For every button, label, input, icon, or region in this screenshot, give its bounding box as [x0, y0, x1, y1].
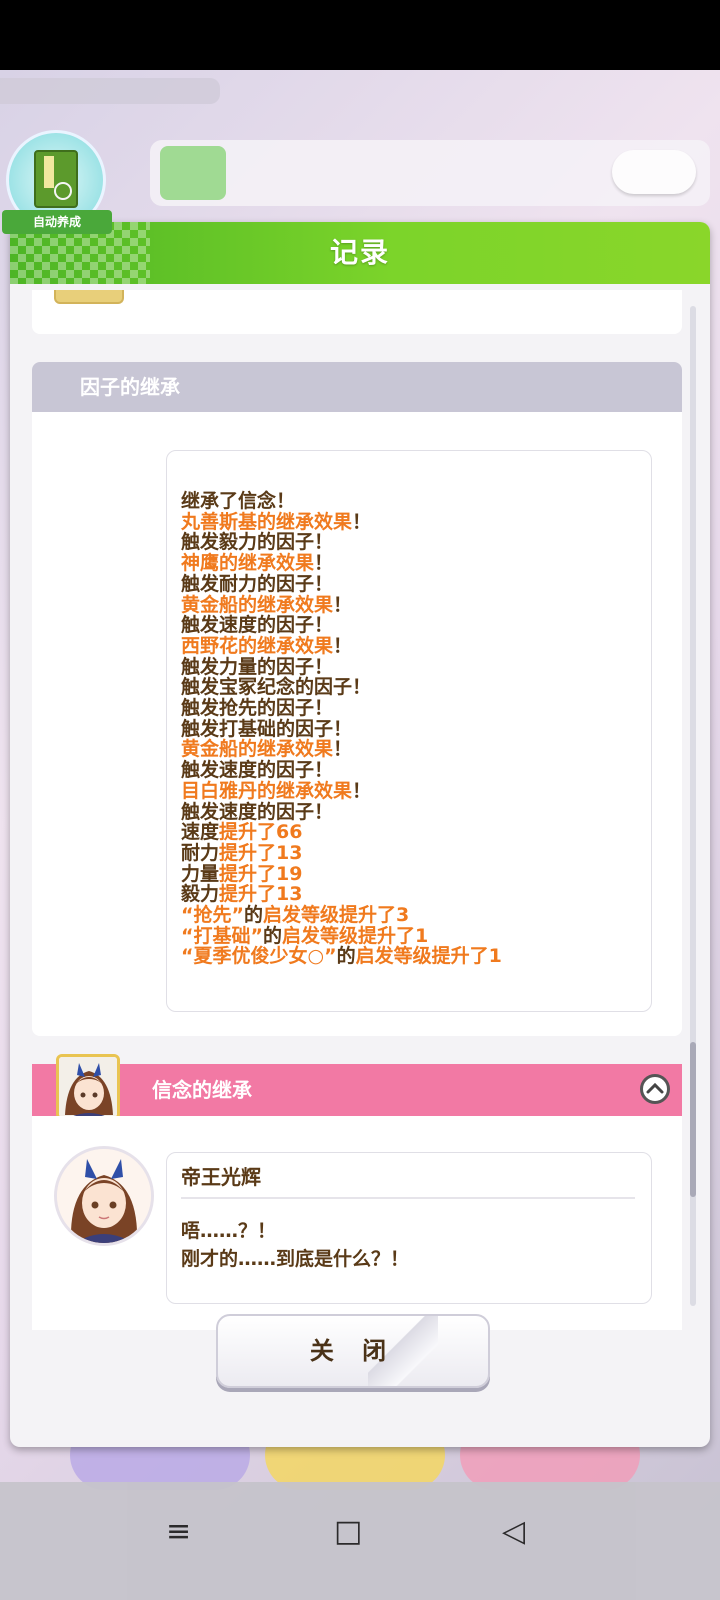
back-icon[interactable]: ◁	[502, 1512, 525, 1552]
log-segment: 触发速度的因子！	[181, 614, 334, 637]
inheritance-log-lines: 继承了信念！ 丸善斯基的继承效果！ 触发毅力的因子！ 神鹰的继承效果！ 触发耐力的因子！…	[181, 491, 641, 967]
log-segment: 提升了13	[219, 883, 303, 906]
log-segment: 提升了66	[219, 821, 303, 844]
log-segment: 的	[336, 945, 356, 968]
log-segment: 触发打基础的因子！	[181, 717, 353, 740]
scrollbar-thumb[interactable]	[690, 1042, 696, 1197]
log-line: 神鹰的继承效果！	[181, 553, 641, 574]
log-segment: 西野花的继承效果	[181, 634, 334, 657]
log-segment: ！	[333, 634, 353, 657]
log-segment: ！	[333, 738, 353, 761]
log-segment: 目白雅丹的继承效果	[181, 779, 353, 802]
log-line: “打基础”的启发等级提升了1	[181, 924, 641, 947]
event-title: 信念的继承	[152, 1078, 252, 1102]
log-segment: 触发耐力的因子！	[181, 572, 334, 595]
log-line: 触发速度的因子！	[181, 615, 641, 636]
event-character-icon	[56, 1054, 120, 1120]
log-segment: 触发速度的因子！	[181, 800, 334, 823]
log-line: 触发速度的因子！	[181, 800, 641, 823]
close-button-label: 关 闭	[309, 1337, 397, 1365]
dialogue-bubble: 帝王光辉 唔……？！ 刚才的……到底是什么？！	[166, 1152, 652, 1304]
dialogue-row: 帝王光辉 唔……？！ 刚才的……到底是什么？！	[32, 1116, 682, 1330]
bubble-divider	[181, 1197, 635, 1199]
log-segment: 触发力量的因子！	[181, 655, 334, 678]
log-line: 触发毅力的因子！	[181, 532, 641, 553]
log-segment: “打基础”	[181, 924, 263, 947]
log-segment: 力量	[181, 862, 220, 885]
log-segment: “夏季优俊少女○”	[181, 945, 337, 968]
log-segment: 丸善斯基的继承效果	[181, 510, 353, 533]
log-segment: 启发等级提升了1	[355, 945, 502, 968]
collapse-chevron-icon[interactable]	[640, 1074, 670, 1104]
system-navigation-bar: ≡ □ ◁	[0, 1482, 720, 1600]
home-icon[interactable]: □	[334, 1512, 362, 1552]
record-scroll-area[interactable]: 因子的继承 继承了信念！ 丸善斯基的继承效果！ 触发毅力的因子！ 神鹰的继承效果！ 触发…	[32, 290, 684, 1330]
log-segment: ！	[314, 552, 334, 575]
log-line: 耐力提升了13	[181, 843, 641, 864]
auto-training-label: 自动养成	[2, 210, 112, 234]
background-button	[612, 150, 696, 194]
status-bar	[0, 0, 720, 70]
log-segment: 速度	[181, 821, 220, 844]
log-segment: 提升了19	[219, 862, 303, 885]
log-segment: 耐力	[181, 841, 220, 864]
background-tab	[0, 78, 220, 104]
log-segment: 提升了13	[219, 841, 303, 864]
inheritance-section-header: 因子的继承	[32, 362, 682, 412]
log-segment: 继承了信念！	[181, 490, 296, 512]
log-segment: ！	[352, 779, 372, 802]
log-line: “夏季优俊少女○”的启发等级提升了1	[181, 946, 641, 967]
previous-entry-thumbnail	[54, 290, 124, 304]
log-segment: 触发速度的因子！	[181, 759, 334, 782]
dialog-title: 记录	[329, 236, 390, 269]
log-line: 触发速度的因子！	[181, 760, 641, 781]
event-header[interactable]: 信念的继承	[32, 1064, 682, 1116]
log-segment: 毅力	[181, 883, 220, 906]
log-line: 触发抢先的因子！	[181, 698, 641, 719]
log-segment: ！	[333, 593, 353, 616]
log-line: 丸善斯基的继承效果！	[181, 510, 641, 533]
record-dialog: 记录 因子的继承 继承了信念！ 丸善斯基的继承效果！ 触发毅力的因子！ 神鹰的继承效果…	[10, 222, 710, 1447]
inheritance-section: 因子的继承 继承了信念！ 丸善斯基的继承效果！ 触发毅力的因子！ 神鹰的继承效果！ 触发…	[32, 362, 682, 1036]
menu-icon[interactable]: ≡	[166, 1512, 191, 1552]
log-line: “抢先”的启发等级提升了3	[181, 905, 641, 926]
log-segment: “抢先”	[181, 904, 244, 927]
log-line: 西野花的继承效果！	[181, 636, 641, 657]
book-icon	[34, 150, 78, 208]
log-segment: ！	[352, 510, 372, 533]
log-line: 触发打基础的因子！	[181, 717, 641, 740]
background-green-block	[160, 146, 226, 200]
previous-entry-card	[32, 290, 682, 334]
log-segment: 的	[243, 904, 263, 927]
log-line: 速度提升了66	[181, 822, 641, 843]
log-line: 黄金船的继承效果！	[181, 593, 641, 616]
log-segment: 触发毅力的因子！	[181, 531, 334, 554]
log-segment: 触发宝冢纪念的因子！	[181, 676, 372, 699]
dialogue-text: 唔……？！ 刚才的……到底是什么？！	[181, 1220, 410, 1270]
log-line: 继承了信念！	[181, 491, 641, 512]
log-segment: 黄金船的继承效果	[181, 738, 334, 761]
log-line: 目白雅丹的继承效果！	[181, 779, 641, 802]
log-segment: 神鹰的继承效果	[181, 552, 315, 575]
inheritance-section-title: 因子的继承	[80, 375, 180, 399]
log-segment: 黄金船的继承效果	[181, 593, 334, 616]
log-line: 毅力提升了13	[181, 884, 641, 905]
log-segment: 启发等级提升了3	[263, 904, 410, 927]
log-line: 触发力量的因子！	[181, 655, 641, 678]
log-segment: 的	[262, 924, 282, 947]
log-line: 力量提升了19	[181, 862, 641, 885]
log-line: 触发宝冢纪念的因子！	[181, 677, 641, 698]
speaker-avatar	[54, 1146, 154, 1246]
inheritance-log-box: 继承了信念！ 丸善斯基的继承效果！ 触发毅力的因子！ 神鹰的继承效果！ 触发耐力的因子！…	[166, 450, 652, 1012]
close-button[interactable]: 关 闭	[216, 1314, 490, 1388]
log-line: 触发耐力的因子！	[181, 572, 641, 595]
speaker-name: 帝王光辉	[181, 1165, 261, 1189]
log-segment: 触发抢先的因子！	[181, 697, 334, 720]
log-segment: 启发等级提升了1	[282, 924, 429, 947]
auto-training-badge[interactable]: 自动养成	[2, 130, 112, 236]
log-line: 黄金船的继承效果！	[181, 739, 641, 760]
